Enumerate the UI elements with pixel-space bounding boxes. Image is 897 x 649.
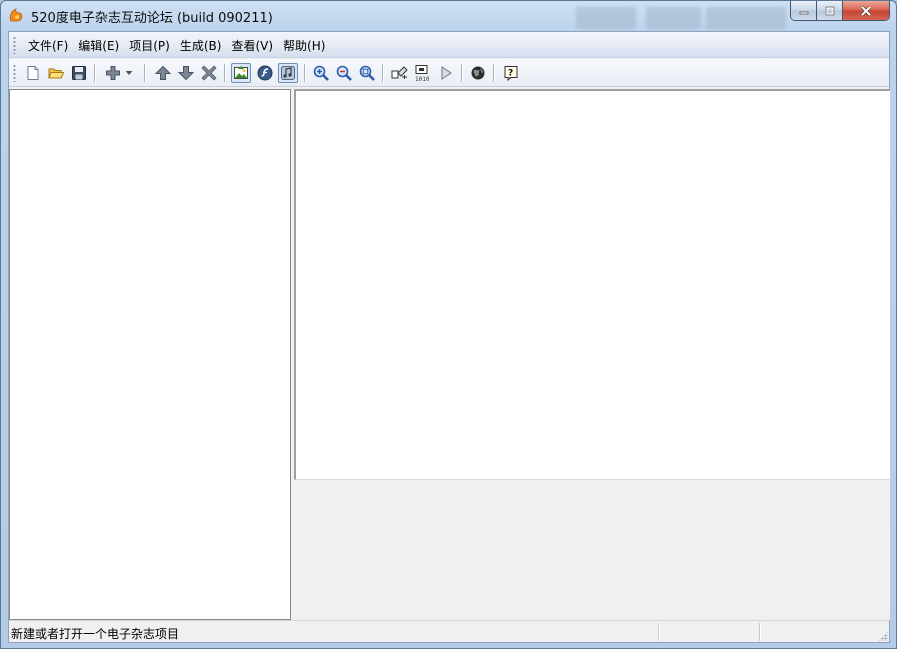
status-separator xyxy=(658,623,659,641)
insert-picture-button[interactable] xyxy=(231,63,251,83)
open-folder-icon xyxy=(48,68,64,79)
svg-text:1010: 1010 xyxy=(415,76,430,82)
play-icon xyxy=(441,66,452,80)
project-tree-pane[interactable] xyxy=(9,89,291,620)
status-message: 新建或者打开一个电子杂志项目 xyxy=(11,627,180,641)
menu-bar: 文件(F) 编辑(E) 项目(P) 生成(B) 查看(V) 帮助(H) xyxy=(9,32,889,58)
client-area: 文件(F) 编辑(E) 项目(P) 生成(B) 查看(V) 帮助(H) 1010… xyxy=(8,31,890,643)
maximize-button[interactable] xyxy=(817,1,843,20)
background-window-ghost xyxy=(706,7,786,29)
save-icon xyxy=(72,66,86,80)
preview-play-button[interactable] xyxy=(436,63,456,83)
delete-icon xyxy=(201,65,217,81)
window-title: 520度电子杂志互动论坛 (build 090211) xyxy=(31,11,273,26)
music-icon xyxy=(281,66,295,80)
move-down-icon xyxy=(178,66,194,81)
delete-button[interactable] xyxy=(199,63,219,83)
help-button[interactable]: ? xyxy=(501,63,521,83)
maximize-icon xyxy=(825,6,834,15)
zoom-fit-icon xyxy=(359,65,375,81)
open-button[interactable] xyxy=(46,63,66,83)
new-file-icon xyxy=(27,66,39,80)
menu-edit[interactable]: 编辑(E) xyxy=(73,37,124,54)
zoom-out-button[interactable] xyxy=(334,63,354,83)
minimize-button[interactable] xyxy=(791,1,817,20)
help-icon: ? xyxy=(504,66,518,81)
close-button[interactable] xyxy=(843,1,889,20)
title-bar[interactable]: 520度电子杂志互动论坛 (build 090211) xyxy=(1,1,896,31)
insert-music-button[interactable] xyxy=(278,63,298,83)
flash-icon xyxy=(257,65,273,81)
page-preview-pane[interactable] xyxy=(294,89,890,480)
zoom-fit-button[interactable] xyxy=(357,63,377,83)
globe-icon xyxy=(471,66,485,80)
add-button[interactable] xyxy=(103,63,123,83)
move-down-button[interactable] xyxy=(176,63,196,83)
build-exe-button[interactable]: 1010 xyxy=(413,63,433,83)
build-exe-icon: 1010 xyxy=(415,65,430,82)
toolbar-grip[interactable] xyxy=(13,64,16,82)
new-button[interactable] xyxy=(23,63,43,83)
properties-pane[interactable] xyxy=(294,480,890,620)
menubar-grip[interactable] xyxy=(13,36,16,54)
resize-grip[interactable] xyxy=(878,631,888,641)
toolbar: 1010 ? xyxy=(9,59,889,87)
background-window-ghost xyxy=(646,7,701,29)
window-controls xyxy=(790,1,890,21)
move-up-button[interactable] xyxy=(153,63,173,83)
close-icon xyxy=(860,5,872,16)
dropdown-arrow-icon xyxy=(125,71,133,75)
build-icon xyxy=(391,66,408,79)
minimize-icon xyxy=(799,11,808,14)
background-window-ghost xyxy=(576,7,636,29)
menu-help[interactable]: 帮助(H) xyxy=(278,37,330,54)
menu-view[interactable]: 查看(V) xyxy=(226,37,278,54)
status-bar: 新建或者打开一个电子杂志项目 xyxy=(9,620,889,642)
app-logo-icon xyxy=(8,7,24,23)
save-button[interactable] xyxy=(69,63,89,83)
add-dropdown-button[interactable] xyxy=(123,63,135,83)
menu-file[interactable]: 文件(F) xyxy=(23,37,73,54)
move-up-icon xyxy=(155,65,171,80)
zoom-in-icon xyxy=(313,65,329,81)
build-button[interactable] xyxy=(390,63,410,83)
menu-build[interactable]: 生成(B) xyxy=(175,37,227,54)
picture-icon xyxy=(234,66,248,79)
zoom-in-button[interactable] xyxy=(311,63,331,83)
zoom-out-icon xyxy=(336,65,352,81)
main-window: 520度电子杂志互动论坛 (build 090211) 文件(F) 编辑(E) … xyxy=(0,0,897,649)
insert-flash-button[interactable] xyxy=(255,63,275,83)
website-button[interactable] xyxy=(468,63,488,83)
add-icon xyxy=(106,66,120,80)
svg-text:?: ? xyxy=(508,69,513,79)
status-separator xyxy=(759,623,760,641)
menu-project[interactable]: 项目(P) xyxy=(124,37,175,54)
